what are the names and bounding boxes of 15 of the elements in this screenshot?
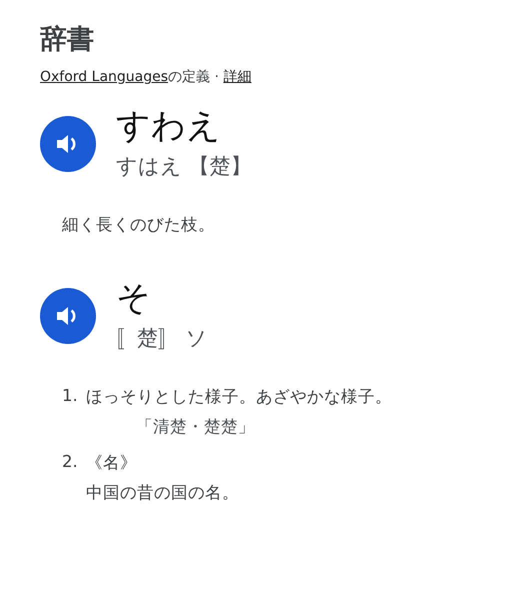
source-link[interactable]: Oxford Languages bbox=[40, 69, 168, 85]
definition-text: 細く長くのびた枝。 bbox=[62, 214, 215, 236]
definition-number: 1. bbox=[62, 386, 79, 407]
example-text: 「清楚・楚楚」 bbox=[136, 416, 255, 438]
source-attribution: Oxford Languagesの定義 · 詳細 bbox=[40, 68, 252, 86]
part-of-speech: 《名》 bbox=[86, 452, 137, 474]
section-title: 辞書 bbox=[40, 23, 94, 57]
reading: 〚楚〛 ソ bbox=[116, 325, 208, 352]
reading: すはえ 【楚】 bbox=[116, 153, 252, 180]
headword: そ bbox=[116, 277, 151, 320]
headword: すわえ bbox=[116, 105, 221, 148]
definition-text: ほっそりとした様子。あざやかな様子。 bbox=[86, 386, 392, 408]
definition-number: 2. bbox=[62, 452, 79, 473]
details-link[interactable]: 詳細 bbox=[223, 69, 252, 85]
definition-text: 中国の昔の国の名。 bbox=[86, 482, 239, 504]
